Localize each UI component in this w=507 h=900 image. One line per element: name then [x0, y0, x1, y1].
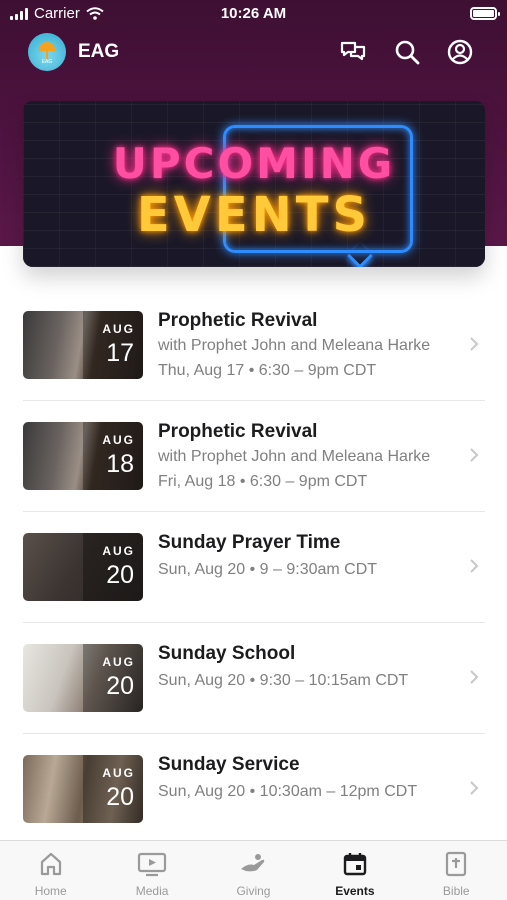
tab-label: Home — [34, 884, 67, 898]
app-title: EAG — [78, 41, 120, 62]
event-datetime: Sun, Aug 20 • 9:30 – 10:15am CDT — [158, 672, 409, 689]
event-datetime: Sun, Aug 20 • 9 – 9:30am CDT — [158, 561, 378, 578]
chevron-right-icon — [470, 559, 479, 573]
messages-icon[interactable] — [339, 38, 367, 66]
event-day: 18 — [106, 450, 134, 478]
status-bar: Carrier 10:26 AM — [0, 0, 507, 28]
event-datetime: Thu, Aug 17 • 6:30 – 9pm CDT — [158, 362, 377, 379]
event-title: Sunday School — [158, 643, 296, 664]
event-month: AUG — [102, 322, 135, 336]
event-subtitle: with Prophet John and Meleana Harke — [158, 448, 431, 465]
event-thumbnail: AUG 20 — [23, 755, 143, 823]
app-bar: EAG EAG — [0, 30, 507, 74]
giving-icon — [241, 854, 265, 872]
bible-icon — [446, 851, 467, 877]
logo-text: EAG — [41, 59, 53, 65]
profile-icon[interactable] — [446, 38, 474, 66]
chevron-right-icon — [470, 670, 479, 684]
event-row[interactable]: AUG 20 Sunday Service Sun, Aug 20 • 10:3… — [0, 734, 507, 845]
event-thumbnail: AUG 18 — [23, 422, 143, 490]
event-thumbnail: AUG 17 — [23, 311, 143, 379]
event-thumbnail: AUG 20 — [23, 644, 143, 712]
event-day: 20 — [106, 783, 134, 811]
banner-line-2: EVENTS — [136, 187, 372, 243]
event-row[interactable]: AUG 20 Sunday School Sun, Aug 20 • 9:30 … — [0, 623, 507, 734]
tab-bible[interactable]: Bible — [406, 841, 507, 900]
event-month: AUG — [102, 544, 135, 558]
event-datetime: Sun, Aug 20 • 10:30am – 12pm CDT — [158, 783, 418, 800]
app-logo[interactable]: EAG — [28, 33, 66, 71]
tab-giving[interactable]: Giving — [203, 841, 304, 900]
event-row[interactable]: AUG 17 Prophetic Revival with Prophet Jo… — [0, 290, 507, 401]
event-title: Sunday Service — [158, 754, 300, 775]
event-day: 17 — [106, 339, 134, 367]
chevron-right-icon — [470, 448, 479, 462]
chevron-right-icon — [470, 337, 479, 351]
event-month: AUG — [102, 766, 135, 780]
event-day: 20 — [106, 672, 134, 700]
battery-icon — [470, 7, 500, 20]
calendar-icon — [343, 853, 367, 876]
tab-label: Giving — [236, 884, 271, 898]
tab-label: Events — [335, 884, 375, 898]
event-subtitle: with Prophet John and Meleana Harke — [158, 337, 431, 354]
tab-home[interactable]: Home — [0, 841, 101, 900]
event-title: Sunday Prayer Time — [158, 532, 341, 553]
tab-label: Bible — [442, 884, 470, 898]
event-title: Prophetic Revival — [158, 421, 318, 442]
status-time: 10:26 AM — [220, 5, 287, 22]
tab-media[interactable]: Media — [101, 841, 202, 900]
tab-label: Media — [135, 884, 169, 898]
event-day: 20 — [106, 561, 134, 589]
upcoming-events-banner: UPCOMING EVENTS — [23, 101, 485, 267]
event-datetime: Fri, Aug 18 • 6:30 – 9pm CDT — [158, 473, 368, 490]
event-thumbnail: AUG 20 — [23, 533, 143, 601]
media-icon — [137, 852, 167, 877]
chevron-right-icon — [470, 781, 479, 795]
event-title: Prophetic Revival — [158, 310, 318, 331]
tab-bar: Home Media Giving Events Bible — [0, 840, 507, 900]
event-month: AUG — [102, 655, 135, 669]
event-row[interactable]: AUG 18 Prophetic Revival with Prophet Jo… — [0, 401, 507, 512]
search-icon[interactable] — [393, 38, 421, 66]
banner-line-1: UPCOMING — [112, 139, 396, 188]
tab-events[interactable]: Events — [304, 841, 405, 900]
event-month: AUG — [102, 433, 135, 447]
events-list: AUG 17 Prophetic Revival with Prophet Jo… — [0, 290, 507, 845]
event-row[interactable]: AUG 20 Sunday Prayer Time Sun, Aug 20 • … — [0, 512, 507, 623]
home-icon — [40, 852, 61, 876]
